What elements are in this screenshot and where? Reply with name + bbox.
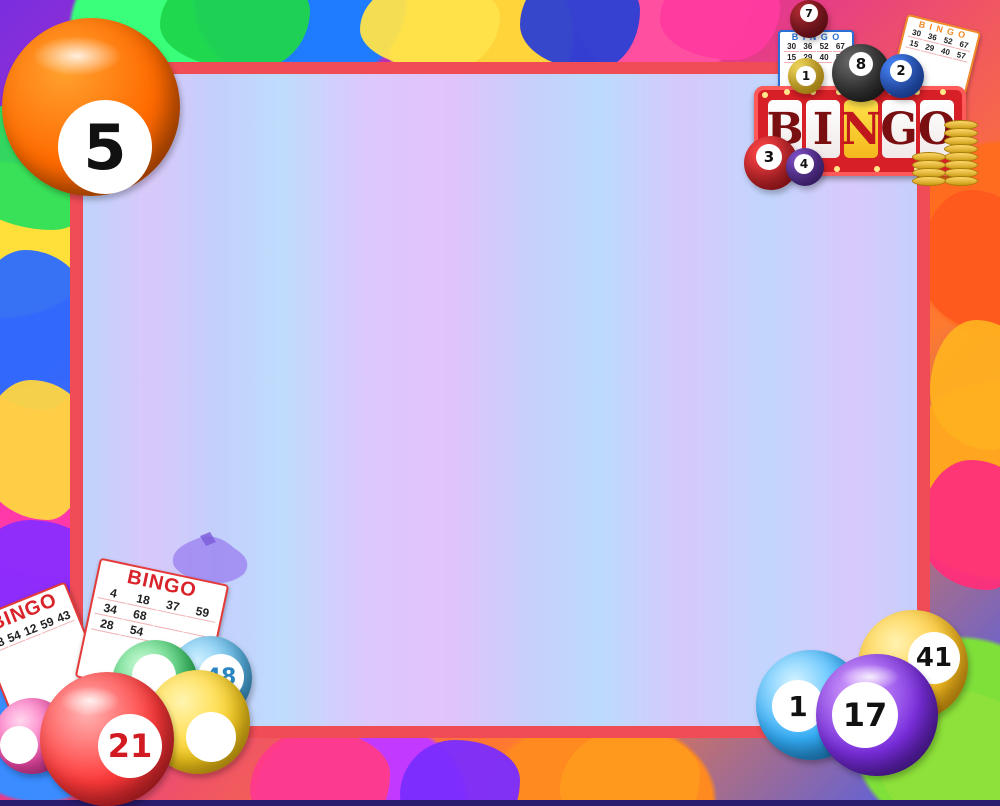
navy-splash-top	[520, 0, 640, 70]
ball-5: 5	[2, 18, 180, 196]
orange-splash-bottom	[560, 730, 700, 800]
ball-1-top: 1	[788, 58, 824, 94]
ball-17: 17	[816, 654, 938, 776]
amber-splash-right	[930, 320, 1000, 450]
pink-splash-bottom	[250, 730, 390, 800]
sign-letter-n: N	[841, 100, 881, 158]
pink-splash-right	[920, 460, 1000, 590]
yellow-splash-top	[360, 0, 500, 70]
ball-4: 4	[786, 148, 824, 186]
ball-7: 7	[790, 0, 828, 38]
ball-5-number: 5	[58, 100, 152, 194]
coin-stacks	[910, 116, 980, 186]
pink-splash-top	[660, 0, 780, 60]
ball-2: 2	[880, 54, 924, 98]
ball-21: 21	[40, 672, 174, 806]
orange-splash-right	[920, 190, 1000, 330]
green-splash-top	[160, 0, 310, 70]
purple-splash-bottom	[400, 740, 520, 800]
